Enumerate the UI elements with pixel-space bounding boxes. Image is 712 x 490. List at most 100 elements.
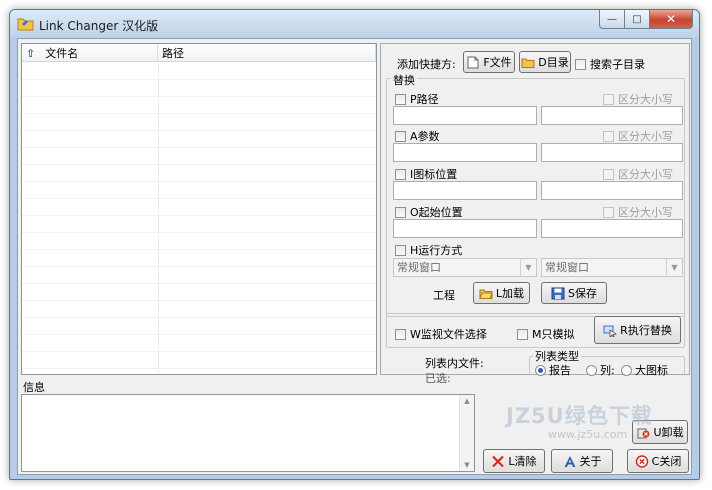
window-controls: — □ ✕: [599, 10, 693, 29]
search-subdir-label: 搜索子目录: [590, 58, 645, 71]
startdir-find-input[interactable]: [393, 219, 537, 238]
clear-button[interactable]: L清除: [483, 449, 545, 473]
monitor-selection-box[interactable]: [395, 328, 406, 340]
add-dir-button[interactable]: D目录: [519, 51, 571, 73]
startdir-case-box[interactable]: [603, 206, 614, 218]
replace-path-label: P路径: [410, 93, 439, 106]
chevron-down-icon[interactable]: ▼: [666, 259, 682, 276]
info-scrollbar[interactable]: ▲ ▼: [459, 395, 474, 471]
list-type-list-radio[interactable]: 列:: [586, 362, 615, 378]
close-window-button[interactable]: ✕: [650, 10, 693, 29]
add-file-label: F文件: [483, 56, 512, 69]
replace-args-box[interactable]: [395, 130, 406, 142]
close-app-button[interactable]: C关闭: [627, 449, 689, 473]
args-find-input[interactable]: [393, 143, 537, 162]
about-icon: [563, 455, 577, 468]
save-icon: [551, 287, 565, 300]
simulate-checkbox[interactable]: M只模拟: [517, 326, 575, 342]
simulate-box[interactable]: [517, 328, 528, 340]
column-filename-label: 文件名: [45, 46, 79, 60]
path-case-label: 区分大小写: [618, 93, 673, 106]
run-mode-find-value: 常规窗口: [397, 261, 441, 274]
load-project-label: L加载: [495, 287, 525, 300]
replace-startdir-box[interactable]: [395, 206, 406, 218]
replace-args-checkbox[interactable]: A参数: [395, 128, 440, 144]
args-replace-input[interactable]: [541, 143, 683, 162]
replace-startdir-checkbox[interactable]: O起始位置: [395, 204, 463, 220]
args-case-checkbox[interactable]: 区分大小写: [603, 128, 673, 144]
replace-path-checkbox[interactable]: P路径: [395, 91, 439, 107]
save-project-label: S保存: [568, 287, 597, 300]
args-case-box[interactable]: [603, 130, 614, 142]
close-circle-icon: [635, 454, 649, 468]
icon-find-input[interactable]: [393, 181, 537, 200]
startdir-case-checkbox[interactable]: 区分大小写: [603, 204, 673, 220]
run-mode-label: H运行方式: [410, 244, 463, 257]
minimize-button[interactable]: —: [599, 10, 625, 29]
title-bar[interactable]: Link Changer 汉化版 — □ ✕: [10, 10, 699, 38]
replace-startdir-label: O起始位置: [410, 206, 463, 219]
clear-label: L清除: [508, 455, 537, 468]
file-list[interactable]: ⇧ 文件名 路径: [21, 43, 377, 375]
info-textarea[interactable]: ▲ ▼: [21, 394, 475, 472]
close-app-label: C关闭: [651, 455, 682, 468]
icon-case-box[interactable]: [603, 168, 614, 180]
load-project-button[interactable]: L加载: [473, 282, 530, 304]
search-subdir-checkbox[interactable]: 搜索子目录: [575, 56, 645, 72]
largeicon-radio-dot[interactable]: [621, 364, 632, 376]
replace-group-title: 替换: [391, 72, 417, 88]
search-subdir-box[interactable]: [575, 58, 586, 70]
startdir-case-label: 区分大小写: [618, 206, 673, 219]
folder-icon: [521, 56, 535, 69]
list-body[interactable]: [22, 63, 376, 374]
run-mode-find-select[interactable]: 常规窗口 ▼: [393, 258, 537, 277]
args-case-label: 区分大小写: [618, 130, 673, 143]
uninstall-button[interactable]: U卸载: [632, 420, 688, 444]
run-mode-checkbox[interactable]: H运行方式: [395, 242, 462, 258]
report-radio-dot[interactable]: [535, 364, 546, 376]
startdir-replace-input[interactable]: [541, 219, 683, 238]
project-label: 工程: [433, 289, 455, 302]
execute-replace-label: R执行替换: [620, 324, 672, 337]
list-radio-label: 列:: [600, 364, 615, 377]
replace-icon-box[interactable]: [395, 168, 406, 180]
minimize-icon: —: [607, 13, 617, 25]
path-case-box[interactable]: [603, 93, 614, 105]
file-icon: [466, 56, 480, 69]
chevron-down-icon[interactable]: ▼: [520, 259, 536, 276]
scroll-down-icon[interactable]: ▼: [460, 461, 474, 469]
monitor-selection-checkbox[interactable]: W监视文件选择: [395, 326, 487, 342]
column-path[interactable]: 路径: [158, 44, 376, 62]
scroll-up-icon[interactable]: ▲: [460, 397, 474, 405]
save-project-button[interactable]: S保存: [541, 282, 607, 304]
list-header: ⇧ 文件名 路径: [22, 44, 376, 62]
largeicon-radio-label: 大图标: [635, 364, 668, 377]
list-type-report-radio[interactable]: 报告: [535, 362, 571, 378]
replace-args-label: A参数: [410, 130, 440, 143]
about-button[interactable]: 关于: [551, 449, 613, 473]
replace-icon-checkbox[interactable]: I图标位置: [395, 166, 457, 182]
window-title: Link Changer 汉化版: [39, 19, 159, 33]
maximize-button[interactable]: □: [625, 10, 650, 29]
replace-icon-label: I图标位置: [410, 168, 458, 181]
selected-count-label: 已选:: [425, 372, 451, 385]
list-radio-dot[interactable]: [586, 364, 597, 376]
column-filename[interactable]: ⇧ 文件名: [22, 44, 158, 62]
replace-path-box[interactable]: [395, 93, 406, 105]
execute-replace-button[interactable]: R执行替换: [594, 316, 681, 344]
icon-replace-input[interactable]: [541, 181, 683, 200]
run-mode-box[interactable]: [395, 244, 406, 256]
simulate-label: M只模拟: [532, 328, 575, 341]
path-find-input[interactable]: [393, 106, 537, 125]
path-replace-input[interactable]: [541, 106, 683, 125]
uninstall-icon: [636, 426, 650, 439]
about-label: 关于: [579, 455, 602, 468]
run-mode-replace-select[interactable]: 常规窗口 ▼: [541, 258, 683, 277]
list-type-largeicon-radio[interactable]: 大图标: [621, 362, 668, 378]
info-label: 信息: [23, 381, 45, 394]
icon-case-label: 区分大小写: [618, 168, 673, 181]
icon-case-checkbox[interactable]: 区分大小写: [603, 166, 673, 182]
add-file-button[interactable]: F文件: [463, 51, 515, 73]
run-mode-replace-value: 常规窗口: [545, 261, 589, 274]
path-case-checkbox[interactable]: 区分大小写: [603, 91, 673, 107]
